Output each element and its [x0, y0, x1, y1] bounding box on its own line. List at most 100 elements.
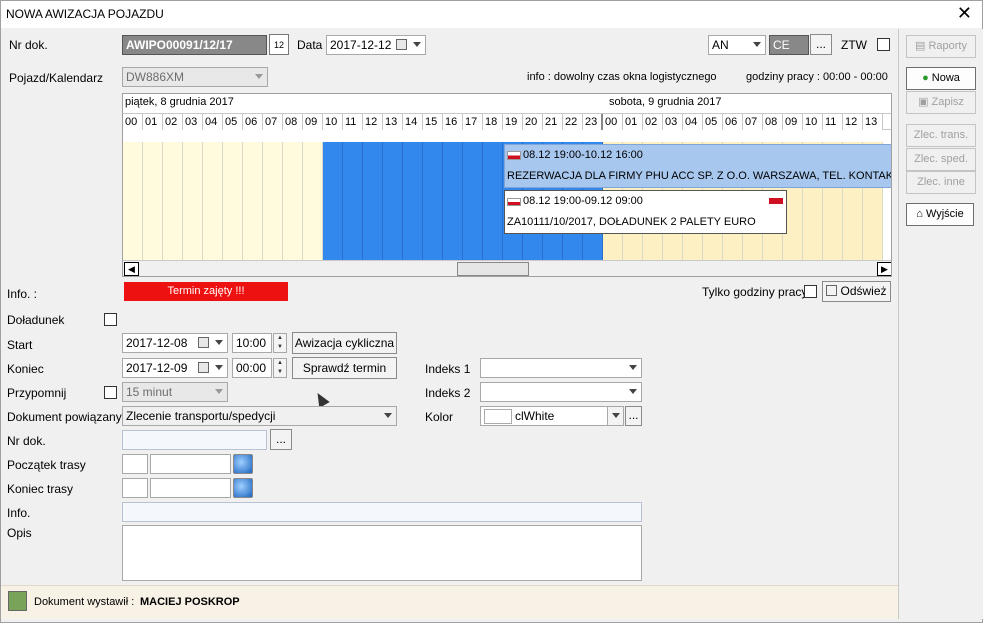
scroll-thumb[interactable] [457, 262, 529, 276]
calendar-grid[interactable]: piątek, 8 grudnia 2017 sobota, 9 grudnia… [122, 93, 892, 277]
hour-column[interactable] [183, 142, 203, 260]
start-date-field[interactable]: 2017-12-08 [122, 333, 228, 353]
title-bar: NOWA AWIZACJA POJAZDU ✕ [1, 1, 982, 28]
hour-column[interactable] [483, 142, 503, 260]
calendar-icon[interactable] [198, 362, 209, 373]
calendar-icon[interactable] [396, 39, 407, 50]
close-icon[interactable]: ✕ [957, 3, 972, 24]
calendar-number-icon[interactable]: 12 [269, 34, 289, 55]
globe-icon[interactable] [233, 454, 253, 474]
hour-column[interactable] [223, 142, 243, 260]
kolor-dots-button[interactable]: ... [625, 406, 642, 426]
awizacja-cykliczna-button[interactable]: Awizacja cykliczna [292, 332, 397, 354]
nr-dok2-field[interactable] [122, 430, 267, 450]
hour-column[interactable] [303, 142, 323, 260]
hour-column[interactable] [423, 142, 443, 260]
hour-column[interactable] [243, 142, 263, 260]
ztw-checkbox[interactable] [877, 38, 890, 51]
chevron-down-icon [612, 413, 620, 418]
hour-column[interactable] [283, 142, 303, 260]
hours-subrow [123, 130, 891, 142]
przypomnij-select[interactable]: 15 minut [122, 382, 228, 402]
chevron-down-icon [384, 413, 392, 418]
hour-cell: 08 [763, 114, 783, 130]
chevron-down-icon [753, 42, 761, 47]
globe-icon[interactable] [233, 478, 253, 498]
zlec-inne-button[interactable]: Zlec. inne [906, 171, 976, 194]
event-box[interactable]: 08.12 19:00-09.12 09:00 ZA10111/10/2017,… [504, 190, 787, 234]
doladunek-checkbox[interactable] [104, 313, 117, 326]
hour-column[interactable] [323, 142, 343, 260]
tylko-label: Tylko godziny pracy [702, 285, 808, 299]
dok-powiazany-select[interactable]: Zlecenie transportu/spedycji [122, 406, 397, 426]
footer-user: MACIEJ POSKROP [140, 596, 240, 608]
hour-column[interactable] [143, 142, 163, 260]
koniec-time-spinner[interactable]: ▲ ▼ [273, 358, 287, 378]
scroll-right-icon[interactable]: ▶ [877, 262, 891, 276]
ce-dots-button[interactable]: ... [810, 34, 832, 55]
nr-dok-field[interactable]: AWIPO00091/12/17 [122, 35, 267, 55]
hour-cell: 09 [303, 114, 323, 130]
hour-column[interactable] [263, 142, 283, 260]
hour-column[interactable] [163, 142, 183, 260]
hour-column[interactable] [343, 142, 363, 260]
raporty-button[interactable]: ▤ Raporty [906, 35, 976, 58]
kolor-dropdown[interactable] [607, 407, 623, 425]
hour-column[interactable] [463, 142, 483, 260]
ce-field[interactable]: CE [769, 35, 809, 55]
pojazd-select[interactable]: DW886XM [122, 67, 268, 87]
data-label: Data [297, 38, 323, 52]
event-time: 08.12 19:00-09.12 09:00 [523, 195, 643, 207]
nowa-button[interactable]: ● Nowa [906, 67, 976, 90]
nr-dok-label: Nr dok. [9, 38, 48, 52]
hour-cell: 00 [123, 114, 143, 130]
dok-powiazany-value: Zlecenie transportu/spedycji [126, 409, 276, 423]
start-time-spinner[interactable]: ▲ ▼ [273, 333, 287, 353]
przypomnij-checkbox[interactable] [104, 386, 117, 399]
calendar-icon[interactable] [198, 337, 209, 348]
kolor-value: clWhite [515, 409, 555, 423]
lang-select[interactable]: AN [708, 35, 766, 55]
hour-column[interactable] [383, 142, 403, 260]
scroll-left-icon[interactable]: ◀ [124, 262, 139, 276]
poczatek-code-field[interactable] [122, 454, 148, 474]
koniec-code-field[interactable] [122, 478, 148, 498]
poczatek-trasy-label: Początek trasy [7, 458, 86, 472]
kolor-select[interactable]: clWhite [480, 406, 624, 426]
koniec-date-field[interactable]: 2017-12-09 [122, 358, 228, 378]
start-time-field[interactable]: 10:00 [232, 333, 272, 353]
nr-dok2-dots-button[interactable]: ... [270, 429, 292, 450]
hour-column[interactable] [403, 142, 423, 260]
hour-cell: 21 [543, 114, 563, 130]
refresh-button-label: Odśwież [840, 284, 887, 298]
hour-column[interactable] [203, 142, 223, 260]
kolor-label: Kolor [425, 410, 454, 424]
main-panel: Nr dok. AWIPO00091/12/17 12 Data 2017-12… [1, 29, 898, 585]
wyjscie-label: Wyjście [925, 208, 964, 220]
horizontal-scrollbar[interactable]: ◀ ▶ [123, 260, 891, 276]
reservation-bar[interactable]: 08.12 19:00-10.12 16:00 REZERWACJA DLA F… [504, 144, 891, 188]
zlec-trans-button[interactable]: Zlec. trans. [906, 124, 976, 147]
reservation-time: 08.12 19:00-10.12 16:00 [523, 149, 643, 161]
wyjscie-button[interactable]: ⌂ Wyjście [906, 203, 974, 226]
hour-column[interactable] [123, 142, 143, 260]
sprawdz-termin-button[interactable]: Sprawdź termin [292, 357, 397, 379]
info-field[interactable] [122, 502, 642, 522]
indeks1-select[interactable] [480, 358, 642, 378]
poczatek-city-field[interactable] [150, 454, 231, 474]
koniec-time-field[interactable]: 00:00 [232, 358, 272, 378]
koniec-city-field[interactable] [150, 478, 231, 498]
hour-cell: 01 [143, 114, 163, 130]
lang-select-value: AN [712, 38, 729, 52]
hour-cell: 12 [843, 114, 863, 130]
data-date-field[interactable]: 2017-12-12 [326, 35, 426, 55]
hour-column[interactable] [363, 142, 383, 260]
hour-cell: 12 [363, 114, 383, 130]
zlec-sped-button[interactable]: Zlec. sped. [906, 148, 976, 171]
opis-textarea[interactable] [122, 525, 642, 581]
hour-column[interactable] [443, 142, 463, 260]
indeks2-select[interactable] [480, 382, 642, 402]
refresh-button[interactable]: Odśwież [822, 281, 891, 302]
zapisz-button[interactable]: ▣ Zapisz [906, 91, 976, 114]
tylko-checkbox[interactable] [804, 285, 817, 298]
